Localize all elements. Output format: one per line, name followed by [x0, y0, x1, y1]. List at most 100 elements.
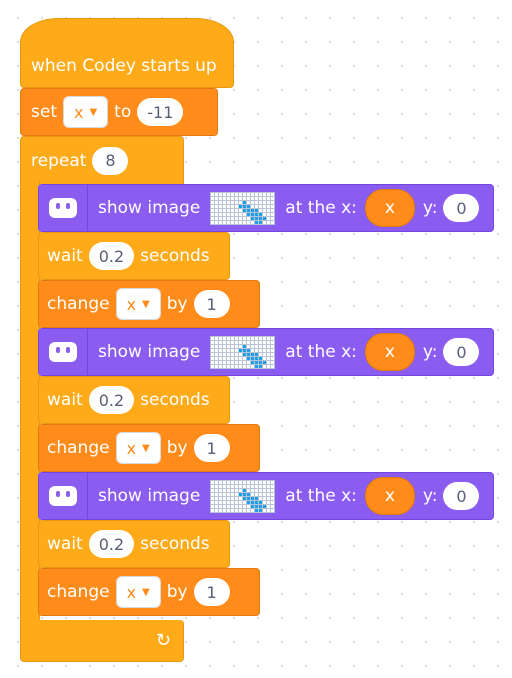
variable-dropdown[interactable]: x ▼ — [115, 432, 161, 464]
pixel — [251, 212, 255, 216]
change-variable-block[interactable]: change x ▼ by 1 — [38, 424, 260, 472]
pixel — [267, 220, 271, 224]
pixel — [219, 216, 223, 220]
pixel — [215, 220, 219, 224]
wait-label: wait — [47, 390, 83, 410]
pixel — [271, 500, 275, 504]
pixel — [211, 352, 215, 356]
pixel — [223, 196, 227, 200]
pixel — [223, 204, 227, 208]
pixel — [211, 364, 215, 368]
pixel — [267, 484, 271, 488]
pixel — [215, 216, 219, 220]
pixel — [267, 496, 271, 500]
pixel — [247, 336, 251, 340]
x-variable-reporter[interactable]: x — [364, 477, 415, 515]
pixel — [271, 340, 275, 344]
pixel — [271, 208, 275, 212]
pixel — [263, 496, 267, 500]
change-value-input[interactable]: 1 — [193, 290, 230, 318]
pixel — [215, 496, 219, 500]
y-label: y: — [422, 342, 438, 362]
repeat-block[interactable]: repeat 8 — [20, 136, 184, 184]
pixel — [219, 192, 223, 196]
pixel — [235, 344, 239, 348]
wait-seconds-input[interactable]: 0.2 — [88, 242, 135, 270]
pixel — [215, 192, 219, 196]
pixel — [267, 216, 271, 220]
set-value-input[interactable]: -11 — [137, 98, 184, 126]
pixel — [223, 344, 227, 348]
loop-arrow-icon: ↻ — [155, 630, 171, 651]
pixel — [231, 356, 235, 360]
show-image-block[interactable]: show image at the x: x y: 0 — [38, 184, 494, 232]
y-label: y: — [422, 198, 438, 218]
pixel — [211, 336, 215, 340]
variable-dropdown[interactable]: x ▼ — [115, 576, 161, 608]
pixel — [239, 204, 243, 208]
wait-block[interactable]: wait 0.2 seconds — [38, 520, 230, 568]
pixel-image-icon[interactable] — [210, 479, 276, 513]
pixel — [263, 216, 267, 220]
pixel — [263, 480, 267, 484]
wait-seconds-input[interactable]: 0.2 — [88, 386, 135, 414]
pixel — [255, 216, 259, 220]
pixel — [271, 220, 275, 224]
chevron-down-icon: ▼ — [142, 298, 150, 310]
repeat-count-input[interactable]: 8 — [92, 146, 129, 175]
pixel — [259, 216, 263, 220]
pixel — [263, 364, 267, 368]
pixel — [239, 340, 243, 344]
pixel — [231, 496, 235, 500]
pixel — [259, 508, 263, 512]
pixel — [215, 208, 219, 212]
x-variable-reporter[interactable]: x — [364, 189, 415, 227]
pixel — [223, 500, 227, 504]
pixel — [255, 340, 259, 344]
pixel — [235, 192, 239, 196]
change-variable-block[interactable]: change x ▼ by 1 — [38, 280, 260, 328]
pixel — [215, 348, 219, 352]
pixel — [243, 496, 247, 500]
pixel — [235, 504, 239, 508]
show-image-block[interactable]: show image at the x: x y: 0 — [38, 328, 494, 376]
y-value-input[interactable]: 0 — [443, 194, 480, 222]
pixel — [235, 348, 239, 352]
pixel — [211, 200, 215, 204]
wait-block[interactable]: wait 0.2 seconds — [38, 376, 230, 424]
change-value-input[interactable]: 1 — [193, 434, 230, 462]
when-codey-starts-up-block[interactable]: when Codey starts up — [20, 18, 234, 88]
set-variable-block[interactable]: set x ▼ to -11 — [20, 88, 218, 136]
pixel-image-icon[interactable] — [210, 335, 276, 369]
y-value-input[interactable]: 0 — [443, 338, 480, 366]
pixel — [251, 356, 255, 360]
pixel — [267, 500, 271, 504]
wait-seconds-input[interactable]: 0.2 — [88, 530, 135, 558]
pixel — [267, 352, 271, 356]
pixel-image-icon[interactable] — [210, 191, 276, 225]
show-image-block[interactable]: show image at the x: x y: 0 — [38, 472, 494, 520]
pixel — [251, 192, 255, 196]
wait-block[interactable]: wait 0.2 seconds — [38, 232, 230, 280]
pixel — [227, 208, 231, 212]
change-value-input[interactable]: 1 — [193, 578, 230, 606]
pixel — [247, 340, 251, 344]
variable-dropdown[interactable]: x ▼ — [62, 96, 109, 128]
x-variable-reporter[interactable]: x — [364, 333, 415, 371]
pixel — [247, 508, 251, 512]
pixel — [243, 212, 247, 216]
change-variable-block[interactable]: change x ▼ by 1 — [38, 568, 260, 616]
pixel — [231, 500, 235, 504]
variable-dropdown[interactable]: x ▼ — [115, 288, 161, 320]
pixel — [243, 208, 247, 212]
pixel — [227, 480, 231, 484]
pixel — [263, 352, 267, 356]
pixel — [235, 352, 239, 356]
y-value-input[interactable]: 0 — [443, 482, 480, 510]
pixel — [215, 508, 219, 512]
pixel — [259, 344, 263, 348]
pixel — [235, 484, 239, 488]
pixel — [271, 352, 275, 356]
pixel — [267, 200, 271, 204]
pixel — [271, 508, 275, 512]
